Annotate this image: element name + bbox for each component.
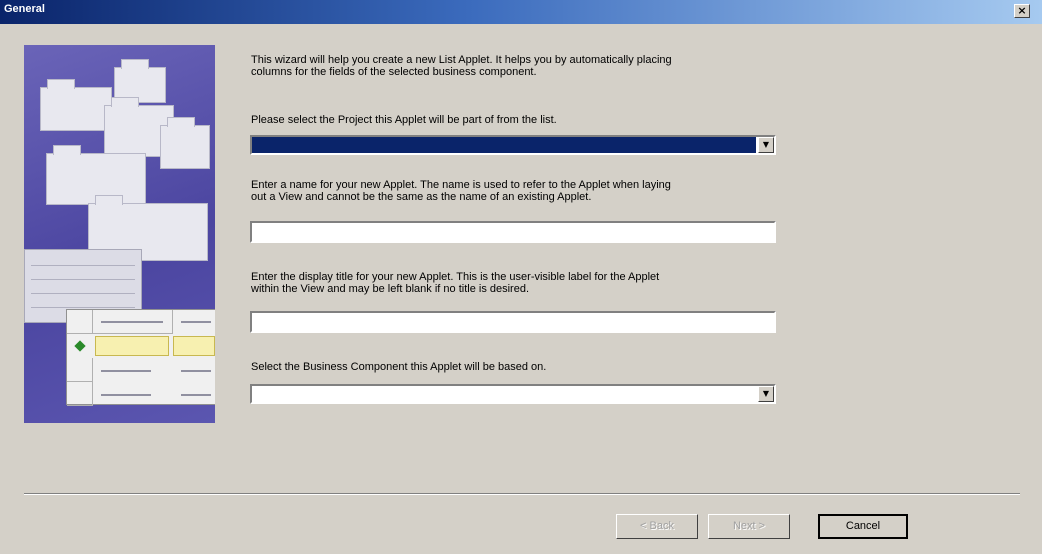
- project-select[interactable]: ▼: [250, 135, 776, 155]
- back-button[interactable]: < Back: [616, 514, 698, 539]
- window-title: General: [4, 3, 45, 15]
- display-title-label-line1: Enter the display title for your new App…: [251, 271, 660, 283]
- applet-name-input[interactable]: [250, 221, 776, 243]
- footer-separator: [24, 493, 1020, 495]
- next-button[interactable]: Next >: [708, 514, 790, 539]
- folders-illustration: [24, 45, 215, 423]
- name-label-line1: Enter a name for your new Applet. The na…: [251, 179, 671, 191]
- business-component-select[interactable]: ▼: [250, 384, 776, 404]
- dropdown-arrow-icon[interactable]: ▼: [758, 386, 774, 402]
- dropdown-arrow-icon[interactable]: ▼: [758, 137, 774, 153]
- project-label: Please select the Project this Applet wi…: [251, 114, 557, 126]
- wizard-dialog: General × This wizard will help you crea…: [0, 0, 1042, 554]
- name-label-line2: out a View and cannot be the same as the…: [251, 191, 592, 203]
- business-component-label: Select the Business Component this Apple…: [251, 361, 547, 373]
- cancel-button[interactable]: Cancel: [818, 514, 908, 539]
- display-title-input[interactable]: [250, 311, 776, 333]
- project-select-value: [252, 137, 756, 153]
- title-bar[interactable]: General ×: [0, 0, 1042, 24]
- intro-text-line2: columns for the fields of the selected b…: [251, 66, 537, 78]
- close-icon[interactable]: ×: [1014, 4, 1030, 18]
- display-title-label-line2: within the View and may be left blank if…: [251, 283, 530, 295]
- business-component-select-value: [252, 386, 756, 402]
- intro-text-line1: This wizard will help you create a new L…: [251, 54, 672, 66]
